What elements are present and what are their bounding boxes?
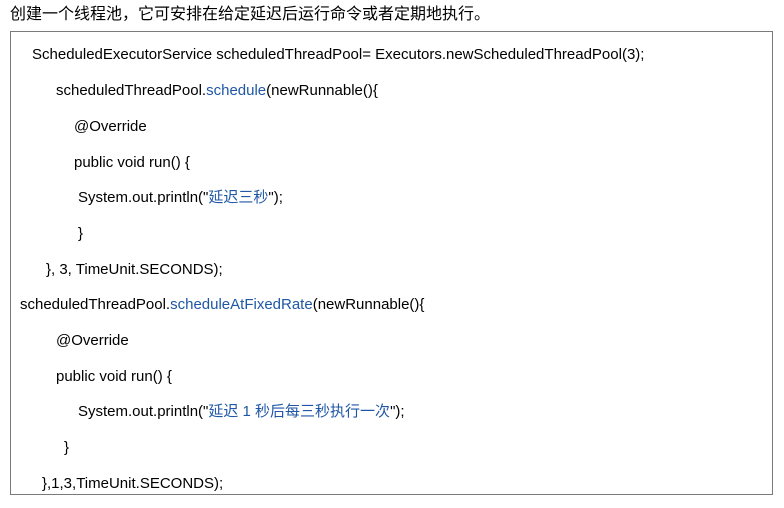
code-line-10: public void run() {	[56, 368, 172, 385]
code-call-end: ");	[390, 403, 405, 420]
code-line-12: }	[64, 439, 70, 456]
code-line-6: }	[78, 225, 84, 242]
code-line-9: @Override	[56, 332, 129, 349]
code-line-13: },1,3,TimeUnit.SECONDS);	[42, 475, 224, 492]
code-call-end: ");	[268, 189, 283, 206]
code-line-3: @Override	[74, 118, 147, 135]
code-line-2: scheduledThreadPool.schedule(newRunnable…	[56, 81, 378, 101]
code-string: 延迟 1 秒后每三秒执行一次	[208, 403, 391, 420]
code-call: System.out.println("	[78, 403, 209, 420]
code-line-4: public void run() {	[74, 154, 190, 171]
code-line-8: scheduledThreadPool.scheduleAtFixedRate(…	[20, 295, 424, 315]
code-line-5: System.out.println("延迟三秒");	[78, 188, 283, 208]
code-line-11: System.out.println("延迟 1 秒后每三秒执行一次");	[78, 402, 405, 422]
code-args: (newRunnable(){	[266, 82, 378, 99]
code-string: 延迟三秒	[208, 189, 269, 206]
code-block: ScheduledExecutorService scheduledThread…	[10, 31, 773, 495]
code-call: System.out.println("	[78, 189, 209, 206]
code-line-1: ScheduledExecutorService scheduledThread…	[32, 46, 645, 63]
code-args: (newRunnable(){	[312, 296, 425, 313]
code-method-schedule: schedule	[206, 82, 267, 99]
code-method-schedule-at-fixed-rate: scheduleAtFixedRate	[170, 296, 313, 313]
code-line-7: }, 3, TimeUnit.SECONDS);	[46, 261, 223, 278]
intro-text: 创建一个线程池，它可安排在给定延迟后运行命令或者定期地执行。	[10, 6, 491, 23]
code-object: scheduledThreadPool.	[56, 82, 207, 99]
code-object: scheduledThreadPool.	[20, 296, 171, 313]
